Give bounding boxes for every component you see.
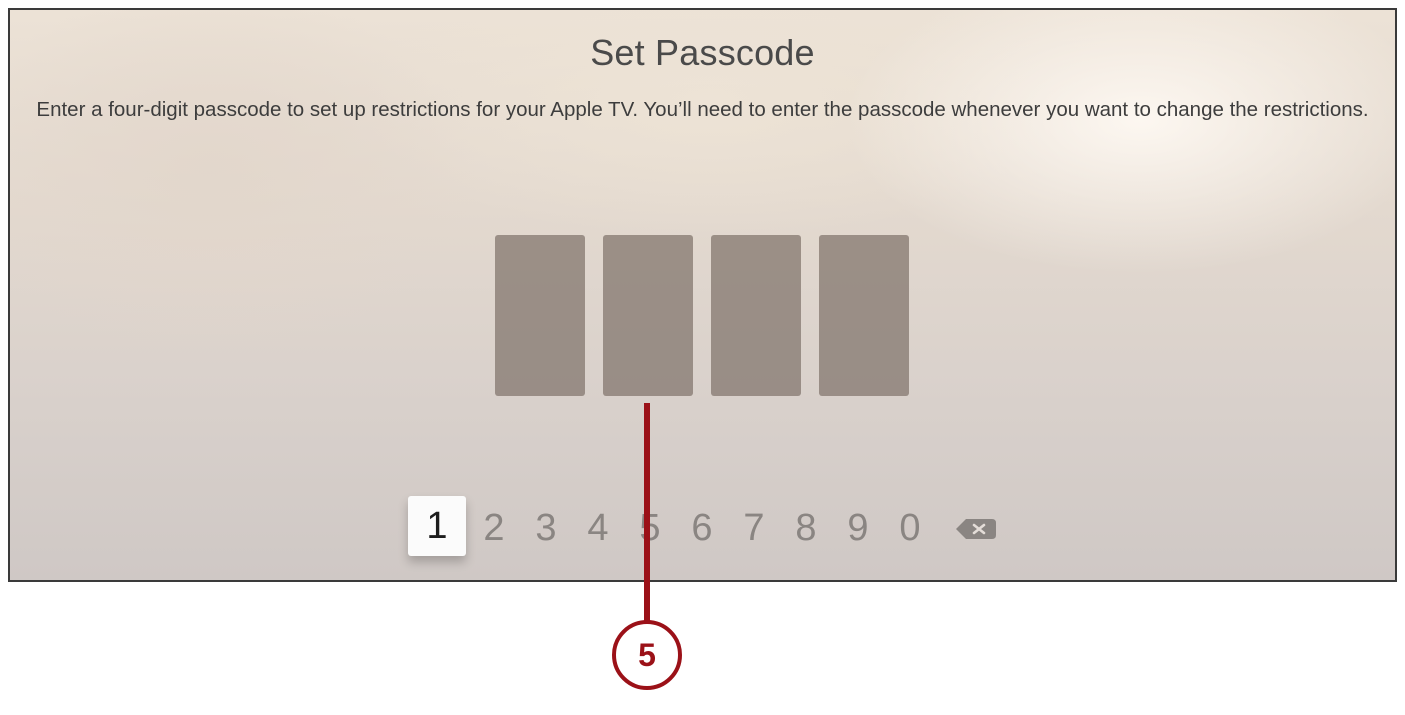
- backspace-icon[interactable]: [954, 517, 998, 541]
- key-5[interactable]: 5: [624, 502, 676, 554]
- passcode-fields: [495, 235, 909, 396]
- key-8[interactable]: 8: [780, 502, 832, 554]
- key-6[interactable]: 6: [676, 502, 728, 554]
- callout-badge: 5: [612, 620, 682, 690]
- number-keypad: 1 2 3 4 5 6 7 8 9 0: [408, 496, 998, 556]
- passcode-digit-box: [819, 235, 909, 396]
- instructions-text: Enter a four-digit passcode to set up re…: [36, 98, 1369, 121]
- key-3[interactable]: 3: [520, 502, 572, 554]
- tv-screen: Set Passcode Enter a four-digit passcode…: [8, 8, 1397, 582]
- key-1[interactable]: 1: [408, 496, 466, 556]
- page-title: Set Passcode: [590, 32, 815, 73]
- key-0[interactable]: 0: [884, 502, 936, 554]
- passcode-digit-box: [711, 235, 801, 396]
- key-2[interactable]: 2: [468, 502, 520, 554]
- key-4[interactable]: 4: [572, 502, 624, 554]
- key-7[interactable]: 7: [728, 502, 780, 554]
- callout-line: [644, 403, 650, 625]
- passcode-digit-box: [603, 235, 693, 396]
- passcode-digit-box: [495, 235, 585, 396]
- key-9[interactable]: 9: [832, 502, 884, 554]
